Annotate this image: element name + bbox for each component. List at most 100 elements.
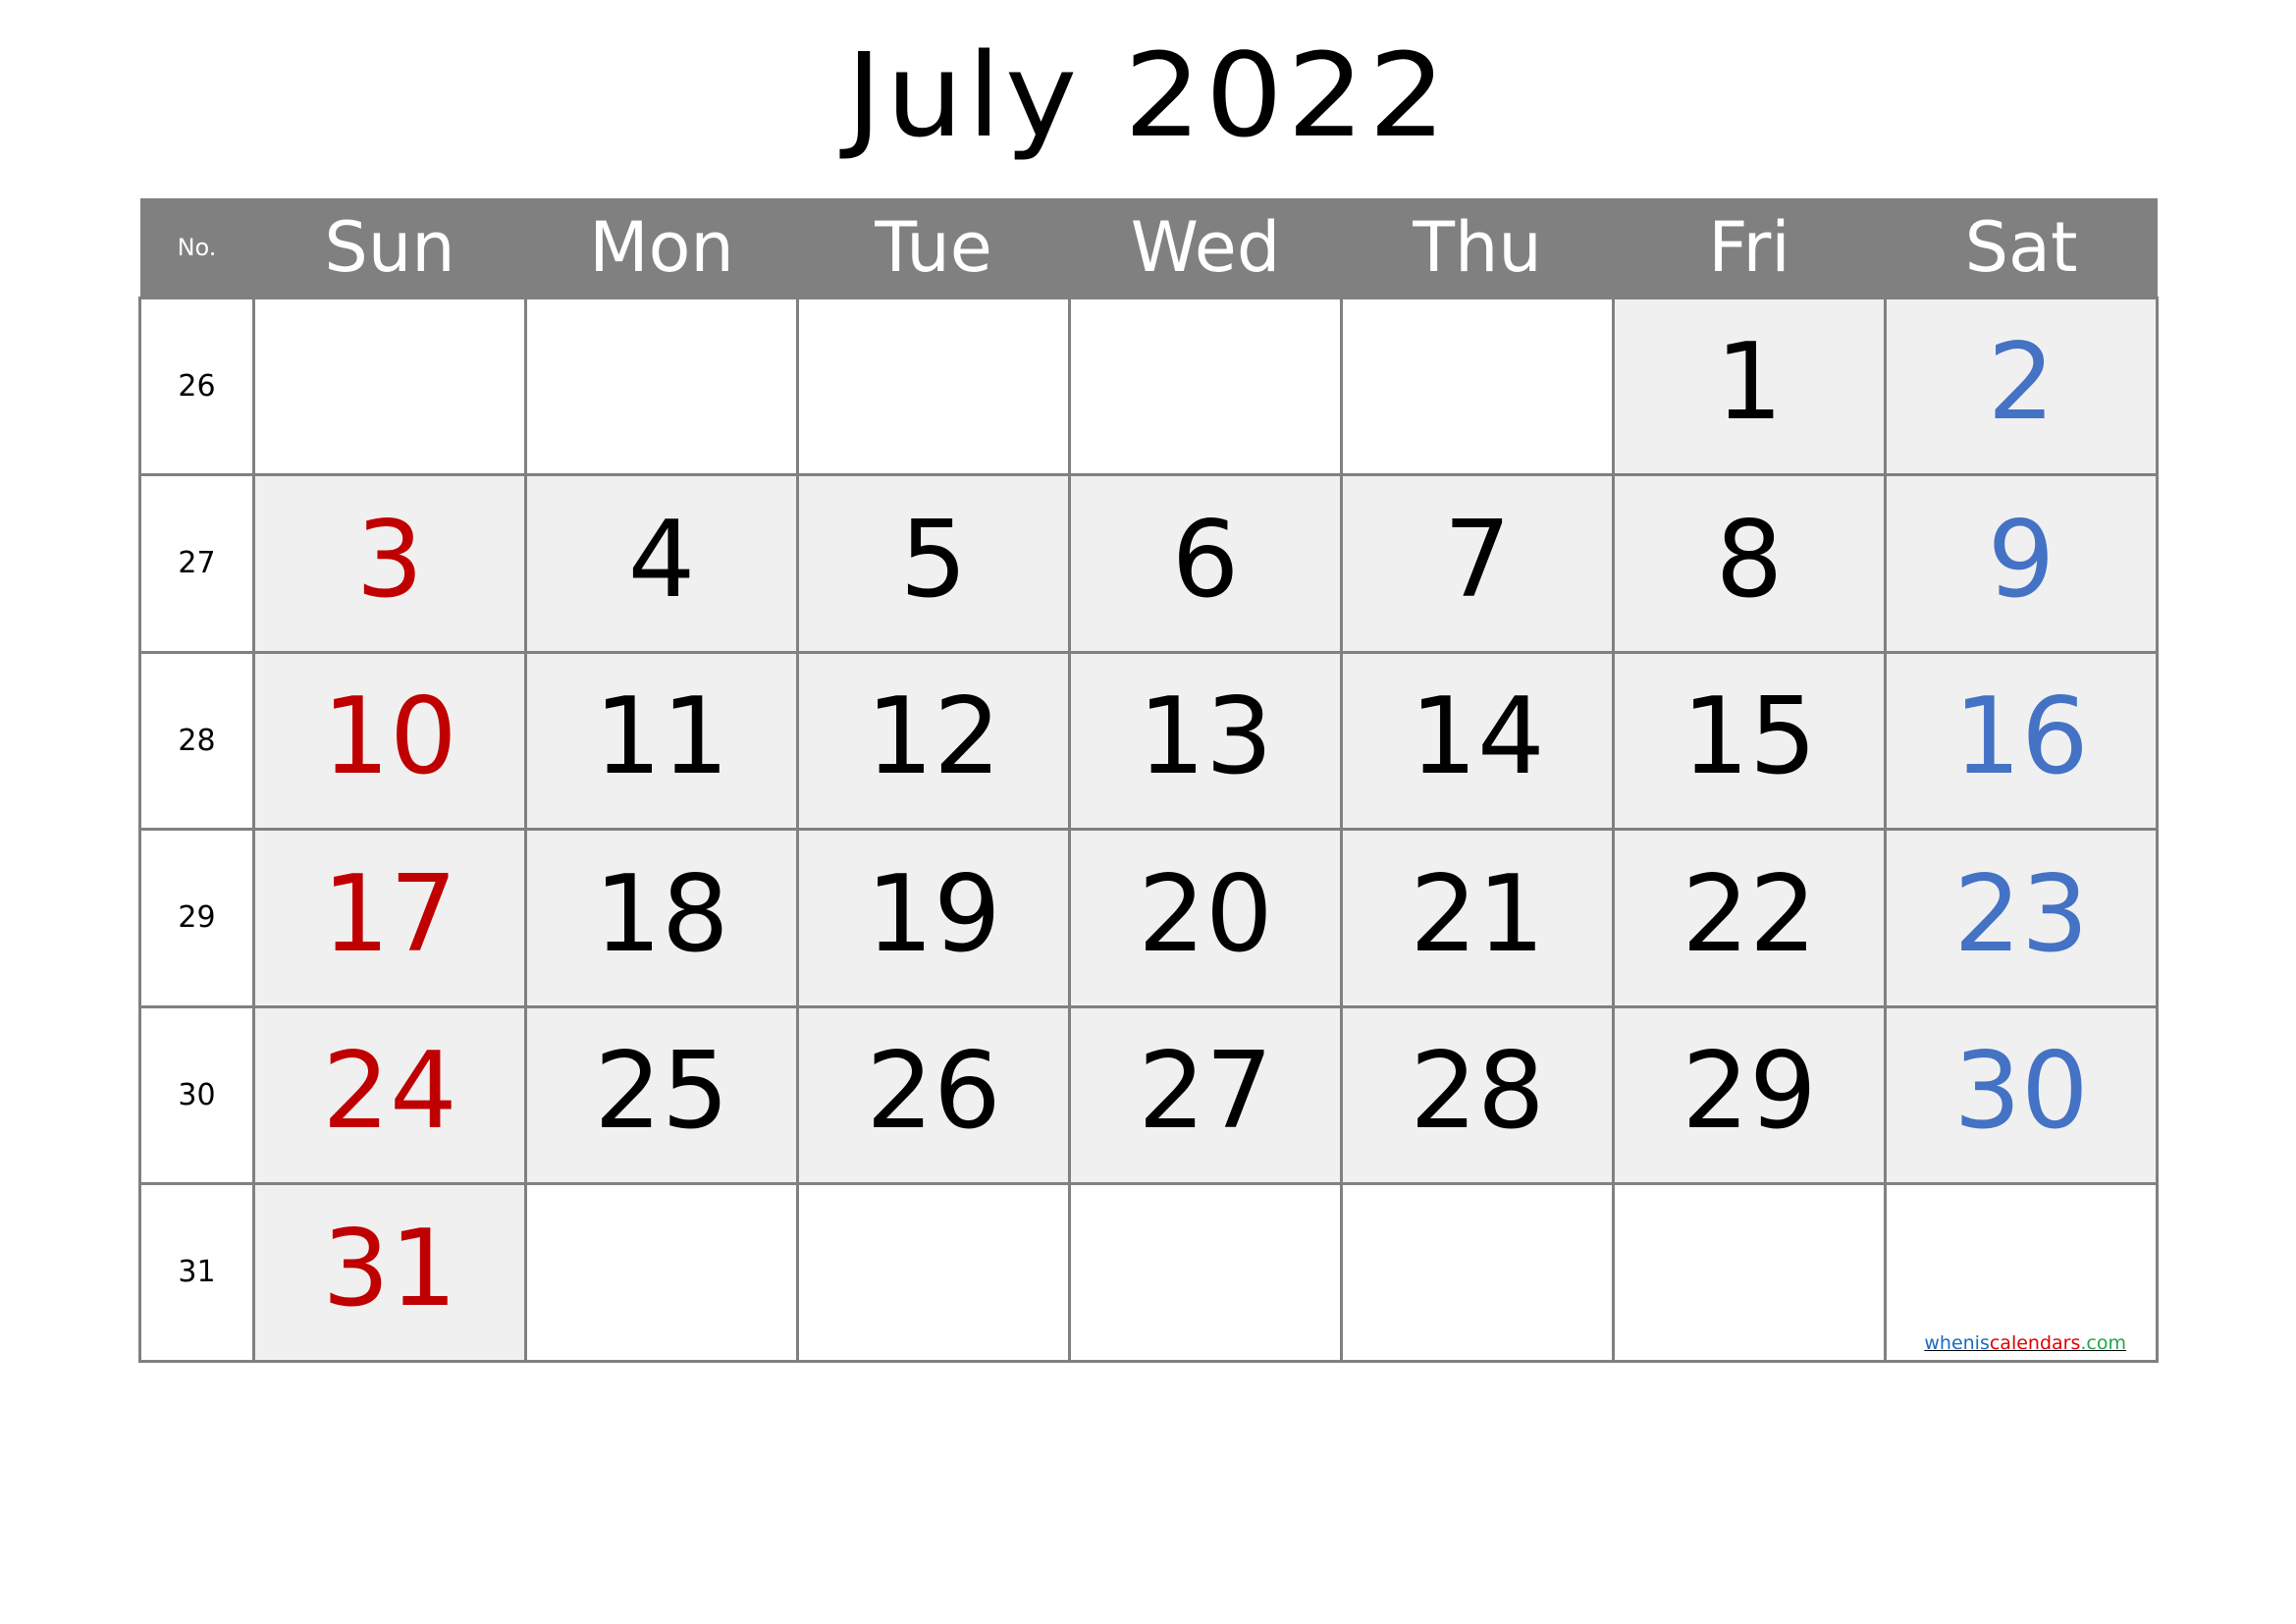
day-number: 26 <box>866 1030 1001 1154</box>
empty-day-cell <box>1068 1182 1343 1363</box>
day-number: 10 <box>322 676 457 799</box>
day-number: 31 <box>322 1207 457 1330</box>
day-cell-tue: 5 <box>796 473 1071 654</box>
day-number: 15 <box>1682 676 1817 799</box>
day-number: 5 <box>899 498 968 622</box>
day-cell-sun: 3 <box>252 473 527 654</box>
day-number: 25 <box>594 1030 729 1154</box>
weekday-header-thu: Thu <box>1341 198 1614 298</box>
week-row: 26 1 2 <box>138 296 2159 476</box>
day-number: 22 <box>1682 852 1817 976</box>
empty-day-cell <box>1340 296 1615 476</box>
day-cell-sat: 30 <box>1884 1004 2159 1185</box>
empty-day-cell: wheniscalendars.com <box>1884 1182 2159 1363</box>
week-row: 28 10 11 12 13 14 15 16 <box>138 650 2159 831</box>
day-cell-thu: 7 <box>1340 473 1615 654</box>
day-cell-sat: 9 <box>1884 473 2159 654</box>
calendar-title: July 2022 <box>845 27 1451 163</box>
watermark-part: calendars <box>1989 1331 2081 1354</box>
day-cell-sat: 23 <box>1884 828 2159 1008</box>
day-cell-fri: 1 <box>1612 296 1887 476</box>
day-cell-tue: 26 <box>796 1004 1071 1185</box>
calendar-grid: No. Sun Mon Tue Wed Thu Fri Sat 26 1 2 27 3 4… <box>138 198 2159 1363</box>
day-number: 23 <box>1953 852 2089 976</box>
day-number: 8 <box>1715 498 1784 622</box>
day-number: 30 <box>1953 1030 2089 1154</box>
empty-day-cell <box>252 296 527 476</box>
day-cell-wed: 20 <box>1068 828 1343 1008</box>
weekday-header-row: No. Sun Mon Tue Wed Thu Fri Sat <box>139 198 2158 298</box>
day-number: 1 <box>1715 321 1784 445</box>
day-number: 17 <box>322 852 457 976</box>
day-cell-mon: 18 <box>524 828 799 1008</box>
day-number: 20 <box>1138 852 1273 976</box>
day-number: 16 <box>1953 676 2089 799</box>
day-cell-fri: 22 <box>1612 828 1887 1008</box>
weekday-header-mon: Mon <box>525 198 798 298</box>
day-number: 7 <box>1443 498 1512 622</box>
day-number: 13 <box>1138 676 1273 799</box>
empty-day-cell <box>524 296 799 476</box>
day-cell-sat: 16 <box>1884 650 2159 831</box>
day-number: 4 <box>627 498 696 622</box>
week-number: 30 <box>138 1004 255 1185</box>
day-number: 12 <box>866 676 1001 799</box>
empty-day-cell <box>796 296 1071 476</box>
watermark-link[interactable]: wheniscalendars.com <box>1924 1332 2126 1354</box>
day-cell-sun: 31 <box>252 1182 527 1363</box>
day-number: 14 <box>1410 676 1545 799</box>
day-number: 18 <box>594 852 729 976</box>
week-number: 27 <box>138 473 255 654</box>
week-row: 30 24 25 26 27 28 29 30 <box>138 1004 2159 1185</box>
day-cell-fri: 29 <box>1612 1004 1887 1185</box>
day-cell-mon: 11 <box>524 650 799 831</box>
day-cell-thu: 28 <box>1340 1004 1615 1185</box>
week-row: 31 31 wheniscalendars.com <box>138 1182 2159 1363</box>
empty-day-cell <box>796 1182 1071 1363</box>
watermark-part: .com <box>2080 1331 2126 1354</box>
day-cell-thu: 14 <box>1340 650 1615 831</box>
weekday-header-fri: Fri <box>1613 198 1886 298</box>
day-cell-tue: 19 <box>796 828 1071 1008</box>
day-number: 27 <box>1138 1030 1273 1154</box>
day-cell-wed: 13 <box>1068 650 1343 831</box>
day-number: 28 <box>1410 1030 1545 1154</box>
day-cell-thu: 21 <box>1340 828 1615 1008</box>
day-cell-fri: 8 <box>1612 473 1887 654</box>
weekday-header-sun: Sun <box>253 198 526 298</box>
weekday-header-wed: Wed <box>1069 198 1342 298</box>
day-number: 21 <box>1410 852 1545 976</box>
day-number: 2 <box>1987 321 2056 445</box>
week-number-header: No. <box>139 198 254 298</box>
day-cell-tue: 12 <box>796 650 1071 831</box>
empty-day-cell <box>524 1182 799 1363</box>
day-cell-mon: 25 <box>524 1004 799 1185</box>
empty-day-cell <box>1612 1182 1887 1363</box>
day-cell-sun: 17 <box>252 828 527 1008</box>
weekday-header-tue: Tue <box>797 198 1070 298</box>
week-number: 26 <box>138 296 255 476</box>
day-number: 3 <box>355 498 424 622</box>
calendar-body: 26 1 2 27 3 4 5 6 7 8 9 28 10 11 12 13 14 15 16 29 17 18 19 20 2… <box>138 296 2159 1363</box>
day-cell-sun: 10 <box>252 650 527 831</box>
empty-day-cell <box>1068 296 1343 476</box>
day-cell-sat: 2 <box>1884 296 2159 476</box>
day-number: 6 <box>1171 498 1240 622</box>
day-cell-sun: 24 <box>252 1004 527 1185</box>
day-number: 19 <box>866 852 1001 976</box>
watermark-part: whenis <box>1924 1331 1990 1354</box>
week-row: 29 17 18 19 20 21 22 23 <box>138 828 2159 1008</box>
day-number: 24 <box>322 1030 457 1154</box>
empty-day-cell <box>1340 1182 1615 1363</box>
day-number: 11 <box>594 676 729 799</box>
week-row: 27 3 4 5 6 7 8 9 <box>138 473 2159 654</box>
weekday-header-sat: Sat <box>1885 198 2158 298</box>
day-cell-fri: 15 <box>1612 650 1887 831</box>
day-number: 29 <box>1682 1030 1817 1154</box>
day-number: 9 <box>1987 498 2056 622</box>
day-cell-wed: 27 <box>1068 1004 1343 1185</box>
week-number: 28 <box>138 650 255 831</box>
day-cell-mon: 4 <box>524 473 799 654</box>
day-cell-wed: 6 <box>1068 473 1343 654</box>
week-number: 29 <box>138 828 255 1008</box>
